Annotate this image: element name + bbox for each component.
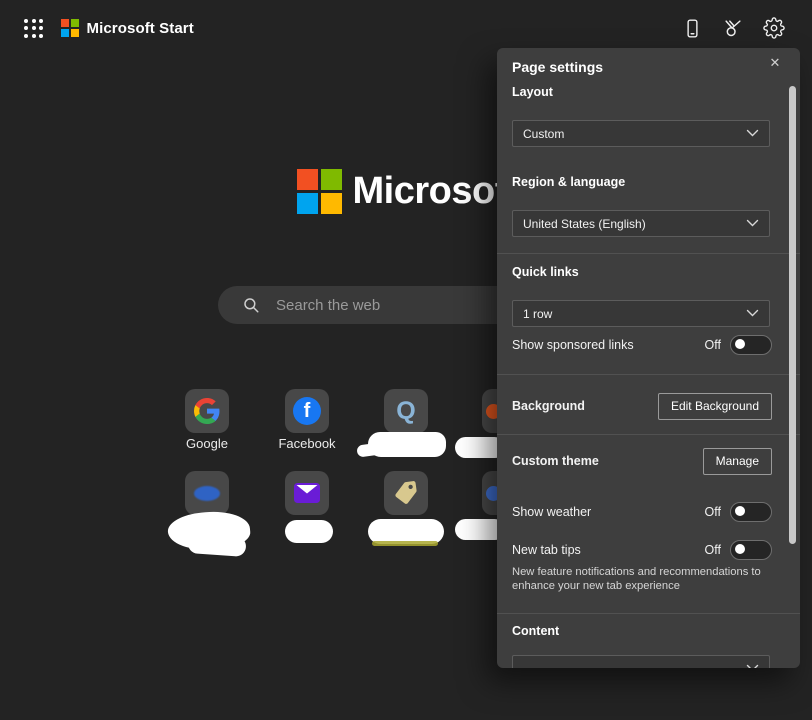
redaction-streak-yellow — [372, 541, 438, 546]
custom-theme-row: Custom theme Manage — [512, 447, 772, 475]
custom-theme-label: Custom theme — [512, 454, 599, 468]
quick-links-dropdown-value: 1 row — [523, 307, 552, 321]
sponsored-links-row: Show sponsored links Off — [512, 336, 772, 354]
chevron-down-icon — [746, 129, 759, 138]
show-weather-row: Show weather Off — [512, 503, 772, 521]
divider — [497, 434, 800, 435]
background-label: Background — [512, 399, 585, 413]
redaction-blob — [187, 533, 246, 557]
search-input[interactable] — [274, 296, 508, 315]
new-tab-tips-description: New feature notifications and recommenda… — [512, 566, 770, 593]
manage-theme-button[interactable]: Manage — [703, 448, 772, 475]
region-dropdown[interactable]: United States (English) — [512, 210, 770, 237]
panel-title: Page settings — [512, 59, 603, 75]
show-weather-state: Off — [705, 505, 721, 519]
quick-link-redacted-1[interactable]: Q — [384, 389, 428, 433]
show-weather-label: Show weather — [512, 505, 591, 519]
new-tab-tips-row: New tab tips Off — [512, 541, 772, 559]
search-icon — [242, 296, 260, 314]
layout-dropdown-value: Custom — [523, 127, 564, 141]
hero-microsoft-logo: Microsoft — [297, 169, 519, 214]
divider — [497, 374, 800, 375]
quick-link-google[interactable] — [185, 389, 229, 433]
panel-scrollbar[interactable] — [789, 86, 796, 544]
app-title: Microsoft Start — [87, 20, 194, 37]
layout-label: Layout — [512, 85, 553, 99]
chevron-down-icon — [746, 309, 759, 318]
facebook-f-icon: f — [293, 397, 321, 425]
sponsored-links-toggle[interactable] — [730, 335, 772, 355]
quick-link-label-google: Google — [159, 436, 255, 451]
sponsored-links-label: Show sponsored links — [512, 338, 634, 352]
page-settings-panel: Page settings ✕ Layout Custom Region & l… — [497, 48, 800, 668]
show-weather-toggle[interactable] — [730, 502, 772, 522]
quick-links-label: Quick links — [512, 265, 579, 279]
q-logo-icon: Q — [396, 397, 415, 426]
divider — [497, 253, 800, 254]
new-tab-tips-toggle[interactable] — [730, 540, 772, 560]
microsoft-logo-icon — [61, 19, 79, 37]
quick-link-redacted-5[interactable] — [384, 471, 428, 515]
layout-dropdown[interactable]: Custom — [512, 120, 770, 147]
blue-blob-logo-icon — [194, 486, 220, 501]
mail-envelope-icon — [294, 483, 320, 503]
microsoft-logo-icon — [297, 169, 342, 214]
content-dropdown[interactable] — [512, 655, 770, 668]
toggle-knob — [735, 339, 745, 349]
quick-link-label-facebook: Facebook — [259, 436, 355, 451]
brand-home-link[interactable]: Microsoft Start — [61, 19, 194, 37]
app-launcher-icon[interactable] — [24, 19, 43, 38]
edit-background-button[interactable]: Edit Background — [658, 393, 772, 420]
redaction-blob — [285, 520, 333, 543]
page-settings-gear-icon[interactable] — [762, 16, 786, 40]
new-tab-tips-label: New tab tips — [512, 543, 581, 557]
content-label: Content — [512, 624, 559, 638]
region-dropdown-value: United States (English) — [523, 217, 646, 231]
sponsored-links-state: Off — [705, 338, 721, 352]
rewards-medal-icon[interactable] — [721, 16, 745, 40]
region-label: Region & language — [512, 175, 625, 189]
new-tab-tips-state: Off — [705, 543, 721, 557]
quick-link-facebook[interactable]: f — [285, 389, 329, 433]
microsoft-start-page: Microsoft Start — [0, 0, 812, 720]
quick-links-dropdown[interactable]: 1 row — [512, 300, 770, 327]
toggle-knob — [735, 544, 745, 554]
hero-logo-text: Microsoft — [353, 170, 520, 213]
top-bar-actions — [680, 16, 786, 40]
price-tag-icon — [391, 478, 420, 507]
chevron-down-icon — [746, 664, 759, 668]
quick-link-redacted-3[interactable] — [185, 471, 229, 515]
divider — [497, 613, 800, 614]
mobile-phone-icon[interactable] — [680, 16, 704, 40]
toggle-knob — [735, 506, 745, 516]
chevron-down-icon — [746, 219, 759, 228]
background-row: Background Edit Background — [512, 392, 772, 420]
quick-link-redacted-4[interactable] — [285, 471, 329, 515]
google-g-icon — [194, 398, 220, 424]
close-icon[interactable]: ✕ — [766, 54, 784, 72]
